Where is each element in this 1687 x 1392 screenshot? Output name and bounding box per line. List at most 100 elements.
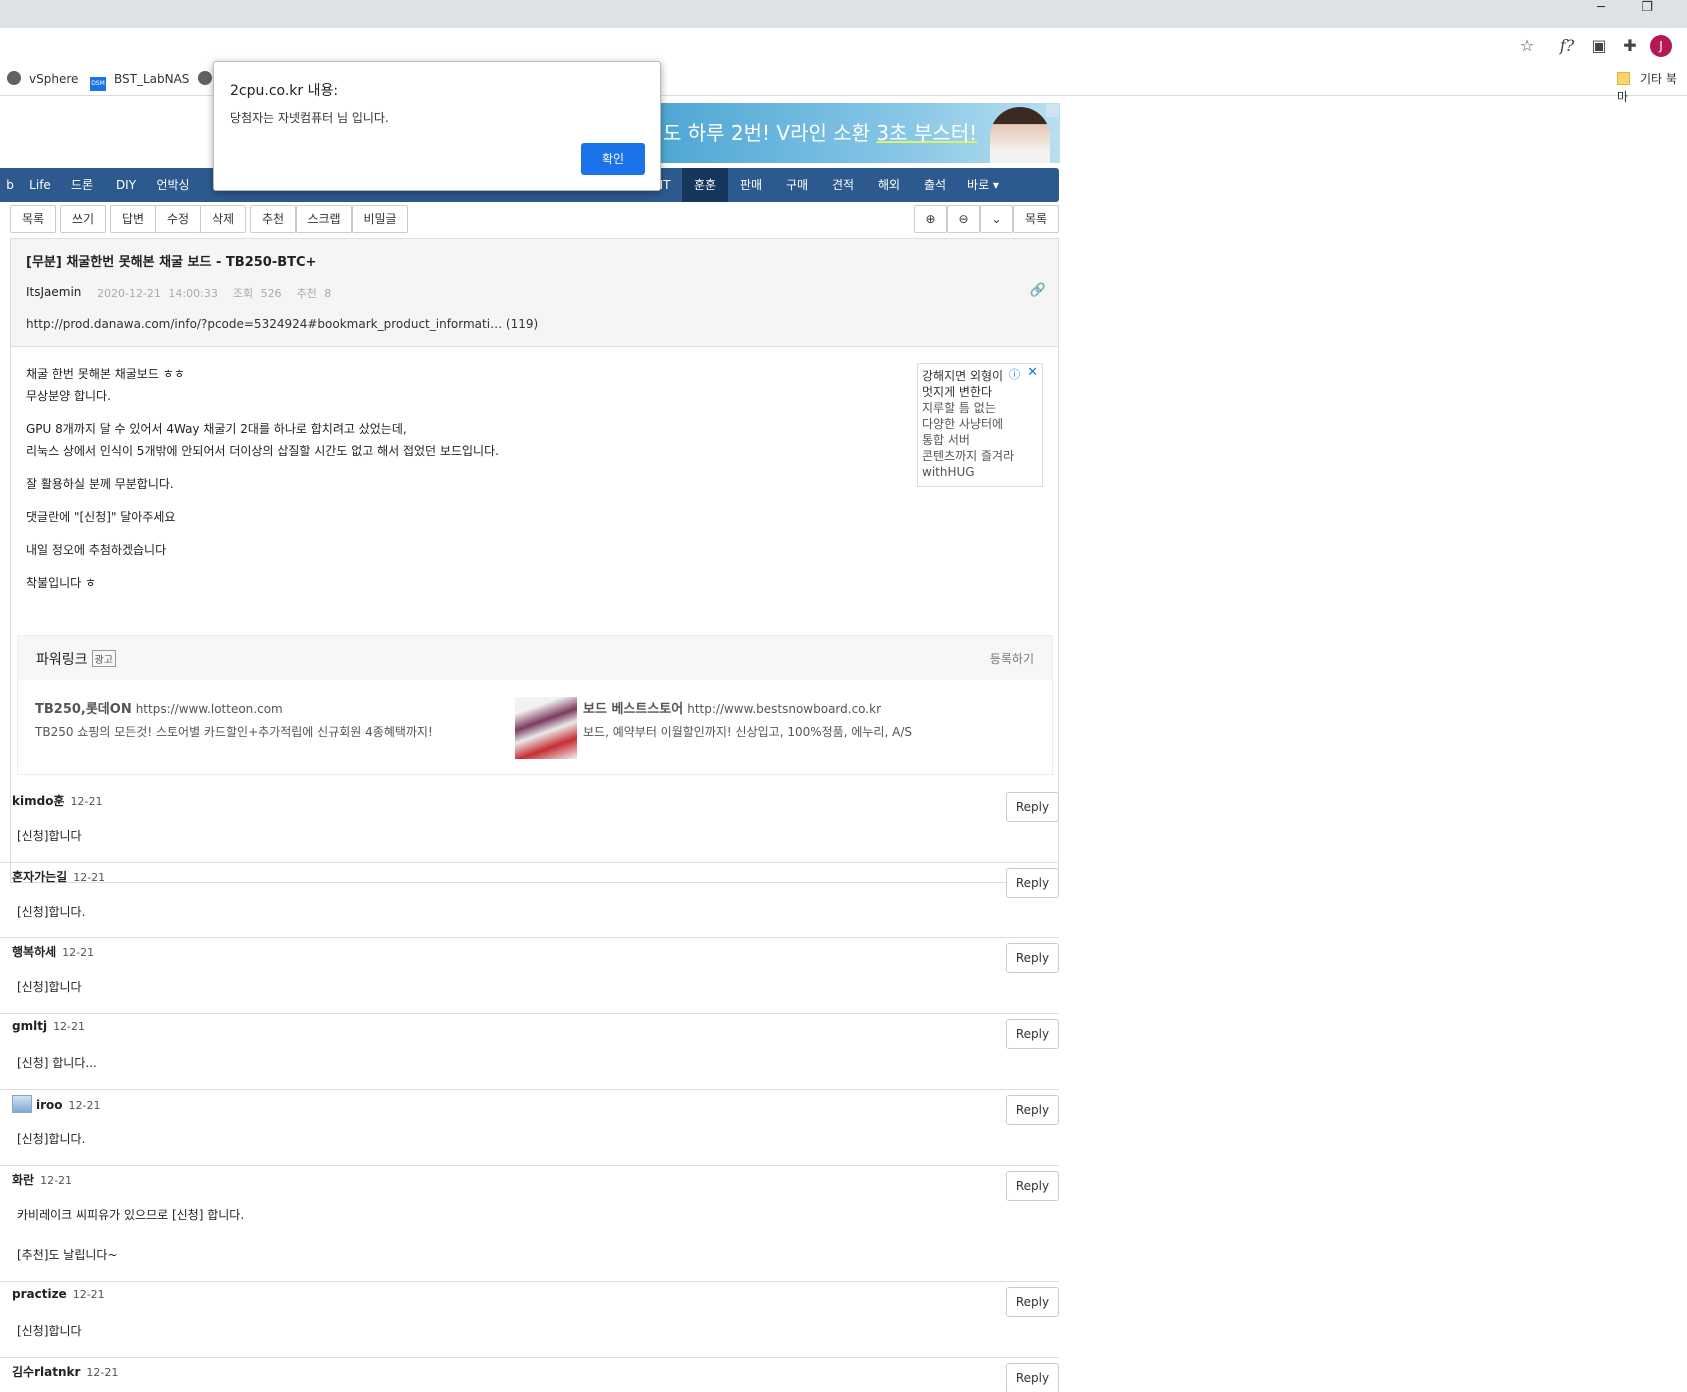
post-link[interactable]: http://prod.danawa.com/info/?pcode=53249… [26, 317, 538, 331]
nav-item-overseas[interactable]: 해외 [866, 168, 912, 202]
nav-item-sell[interactable]: 판매 [728, 168, 774, 202]
body-line: 채굴 한번 못해본 채굴보드 ㅎㅎ [26, 367, 185, 381]
comment-text: [신청]합니다 [17, 829, 82, 843]
comment-author-name[interactable]: 혼자가는길 [12, 870, 67, 884]
nav-item-hunhun[interactable]: 훈훈 [682, 168, 728, 202]
reply-button[interactable]: Reply [1006, 1171, 1059, 1201]
ad-info-icon[interactable]: ⓘ [1009, 367, 1020, 383]
banner-text: 도 하루 2번! V라인 소환 [663, 121, 877, 145]
ad-thumbnail-image[interactable] [515, 697, 577, 759]
reply-button[interactable]: Reply [1006, 792, 1059, 822]
scrap-button[interactable]: 스크랩 [296, 205, 352, 233]
side-ad-line: 지루할 틈 없는 [922, 401, 996, 415]
comment-author-name[interactable]: practize [12, 1287, 67, 1301]
comment-text: [신청]합니다 [17, 1324, 82, 1338]
reply-button[interactable]: Reply [1006, 943, 1059, 973]
nav-item-quote[interactable]: 견적 [820, 168, 866, 202]
edit-button[interactable]: 수정 [155, 205, 201, 233]
profile-avatar[interactable]: J [1650, 35, 1672, 57]
nav-item-buy[interactable]: 구매 [774, 168, 820, 202]
nav-item-drone[interactable]: 드론 [64, 168, 100, 202]
comment-author-name[interactable]: 화란 [12, 1173, 34, 1187]
fx-icon[interactable]: f? [1555, 34, 1579, 58]
powerlink-title: 파워링크 광고 [36, 649, 116, 669]
zoom-out-icon[interactable]: ⊖ [947, 205, 980, 233]
list-button-right[interactable]: 목록 [1013, 205, 1059, 233]
secret-post-button[interactable]: 비밀글 [352, 205, 408, 233]
bookmark-vsphere[interactable]: vSphere [7, 70, 78, 88]
bookmark-other-folder[interactable]: 기타 북마 [1617, 70, 1687, 104]
powerlink-header: 파워링크 광고 등록하기 [18, 636, 1052, 680]
comment-author[interactable]: iroo 12-21 [12, 1095, 101, 1113]
nav-item[interactable]: b [0, 168, 20, 202]
comment-author[interactable]: kimdo훈 12-21 [12, 792, 102, 809]
bookmark-label: BST_LabNAS [114, 72, 190, 86]
ad-title-text[interactable]: 보드 베스트스토어 [583, 702, 683, 717]
comment-author[interactable]: practize 12-21 [12, 1287, 105, 1301]
comment-author[interactable]: 화란 12-21 [12, 1171, 72, 1188]
top-banner-ad[interactable]: 도 하루 2번! V라인 소환 3초 부스터! [660, 103, 1060, 163]
comment-item: kimdo훈 12-21 Reply [신청]합니다 [0, 787, 1059, 863]
list-button[interactable]: 목록 [10, 205, 56, 233]
ad-item-title[interactable]: 보드 베스트스토어 http://www.bestsnowboard.co.kr [583, 698, 881, 717]
comment-author-name[interactable]: 김수rlatnkr [12, 1365, 80, 1379]
reply-button[interactable]: Reply [1006, 868, 1059, 898]
chevron-down-icon[interactable]: ⌄ [980, 205, 1013, 233]
side-ad-line: 콘텐츠까지 즐겨라 [922, 449, 1015, 463]
puzzle-icon[interactable]: ✚ [1618, 34, 1642, 58]
comment-author[interactable]: 김수rlatnkr 12-21 [12, 1363, 118, 1380]
star-icon[interactable]: ☆ [1515, 34, 1539, 58]
reply-button[interactable]: Reply [1006, 1095, 1059, 1125]
write-button[interactable]: 쓰기 [60, 205, 106, 233]
dialog-ok-button[interactable]: 확인 [581, 143, 645, 175]
comment-text: [신청] 합니다... [17, 1056, 97, 1070]
bookmark-bst-labnas[interactable]: DSM BST_LabNAS [90, 70, 190, 91]
side-ad-line: withHUG [922, 465, 975, 479]
reply-button[interactable]: Reply [1006, 1287, 1059, 1317]
side-ad-line: 다양한 사냥터에 [922, 417, 1004, 431]
nav-item-diy[interactable]: DIY [108, 168, 144, 202]
comment-text: [추천]도 날립니다~ [17, 1248, 118, 1262]
ad-item-title[interactable]: TB250,롯데ON https://www.lotteon.com [35, 698, 283, 717]
comment-author-name[interactable]: 행복하세 [12, 945, 56, 959]
nav-item-life[interactable]: Life [22, 168, 58, 202]
ad-url[interactable]: https://www.lotteon.com [136, 702, 283, 716]
delete-button[interactable]: 삭제 [200, 205, 246, 233]
browser-titlebar: ─ ❐ [0, 0, 1687, 28]
restore-icon[interactable]: ❐ [1624, 0, 1670, 20]
cast-icon[interactable]: ▣ [1587, 34, 1611, 58]
post-recommends: 추천 8 [296, 287, 332, 300]
comment-date: 12-21 [53, 1020, 86, 1033]
recommend-button[interactable]: 추천 [250, 205, 296, 233]
zoom-in-icon[interactable]: ⊕ [914, 205, 947, 233]
ad-close-icon[interactable]: ✕ [1027, 365, 1038, 381]
reply-button[interactable]: Reply [1006, 1019, 1059, 1049]
ad-url[interactable]: http://www.bestsnowboard.co.kr [687, 702, 881, 716]
ad-title-text[interactable]: TB250,롯데ON [35, 702, 132, 717]
side-ad-line: 강해지면 외형이 [922, 369, 1004, 383]
comment-author-name[interactable]: gmltj [12, 1019, 47, 1033]
comment-author-name[interactable]: kimdo훈 [12, 794, 64, 808]
link-icon[interactable]: 🔗 [1030, 283, 1046, 298]
powerlink-register-link[interactable]: 등록하기 [990, 650, 1034, 667]
body-line: 댓글란에 "[신청]" 달아주세요 [26, 510, 176, 524]
answer-button[interactable]: 답변 [110, 205, 156, 233]
banner-model-image [990, 107, 1050, 163]
reply-button[interactable]: Reply [1006, 1363, 1059, 1392]
side-ad-line: 통합 서버 [922, 433, 970, 447]
dialog-message: 당첨자는 자넷컴퓨터 님 입니다. [230, 111, 389, 125]
post-title: [무분] 채굴한번 못해본 채굴 보드 - TB250-BTC+ [26, 255, 317, 270]
comment-date: 12-21 [62, 946, 95, 959]
post-author[interactable]: ItsJaemin [26, 285, 81, 299]
side-ad-line: 멋지게 변한다 [922, 385, 993, 399]
nav-item-unboxing[interactable]: 언박싱 [150, 168, 196, 202]
banner-close-icon[interactable] [1046, 104, 1059, 117]
nav-item-shortcut[interactable]: 바로 ▾ [958, 168, 1008, 202]
nav-item-attendance[interactable]: 출석 [912, 168, 958, 202]
comment-author-name[interactable]: iroo [36, 1098, 63, 1112]
minimize-icon[interactable]: ─ [1578, 0, 1624, 20]
comment-author[interactable]: 행복하세 12-21 [12, 943, 94, 960]
comment-author[interactable]: 혼자가는길 12-21 [12, 868, 105, 885]
side-ad[interactable]: ⓘ ✕ 강해지면 외형이 멋지게 변한다 지루할 틈 없는 다양한 사냥터에 통합… [917, 363, 1043, 487]
comment-author[interactable]: gmltj 12-21 [12, 1019, 85, 1033]
